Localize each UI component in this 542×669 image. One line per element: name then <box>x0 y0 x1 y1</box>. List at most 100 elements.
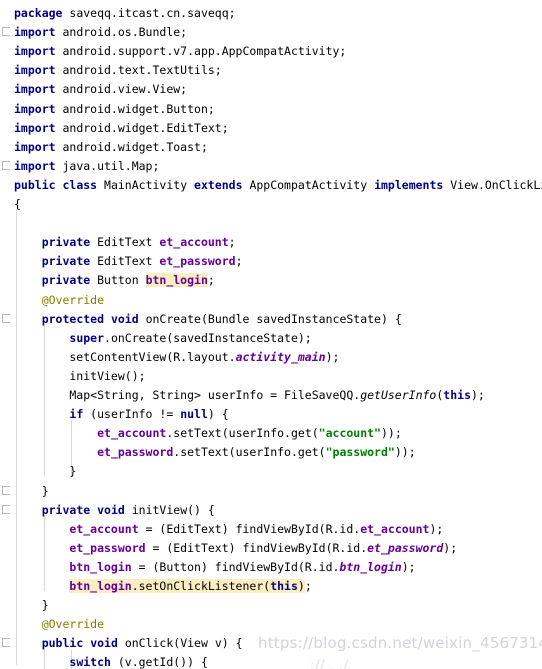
code-token: initView(); <box>14 368 146 383</box>
code-line[interactable]: import android.widget.Button; <box>14 100 215 119</box>
code-line[interactable]: import android.widget.Toast; <box>14 138 208 157</box>
code-line[interactable]: Map<String, String> userInfo = FileSaveQ… <box>14 386 485 405</box>
code-line[interactable]: private Button btn_login; <box>14 271 215 290</box>
code-token: = (EditText) findViewById(R.id. <box>145 540 368 555</box>
code-line[interactable]: @Override <box>14 615 104 634</box>
code-token: } <box>14 483 49 498</box>
code-line[interactable]: { <box>14 195 21 214</box>
code-line[interactable]: } <box>14 482 49 501</box>
code-token: this <box>270 579 298 593</box>
code-line[interactable]: setContentView(R.layout.activity_main); <box>14 348 339 367</box>
code-line[interactable]: private EditText et_password; <box>14 252 243 271</box>
code-token: java.util.Map; <box>55 158 160 173</box>
code-line[interactable]: et_password.setText(userInfo.get("passwo… <box>14 443 416 462</box>
code-token: public <box>41 636 84 651</box>
code-token: et_account <box>69 521 139 536</box>
code-line[interactable]: super.onCreate(savedInstanceState); <box>14 329 312 348</box>
code-line[interactable]: if (userInfo != null) { <box>14 405 229 424</box>
code-line[interactable]: package saveqq.itcast.cn.saveqq; <box>14 4 236 23</box>
code-token: initView() { <box>124 502 215 517</box>
code-fold-icon[interactable] <box>2 485 11 495</box>
code-token: private <box>41 273 91 288</box>
code-line[interactable]: initView(); <box>14 367 146 386</box>
code-token: (userInfo != <box>83 407 181 422</box>
code-line[interactable]: @Override <box>14 291 104 310</box>
code-line[interactable]: protected void onCreate(Bundle savedInst… <box>14 310 402 329</box>
editor-gutter[interactable] <box>0 0 14 669</box>
code-line[interactable]: import android.text.TextUtils; <box>14 61 222 80</box>
code-token: onCreate(Bundle savedInstanceState) { <box>138 311 402 326</box>
code-fold-icon[interactable] <box>2 27 11 37</box>
code-token: EditText <box>90 235 160 250</box>
code-token: et_account <box>360 521 430 536</box>
code-token: setContentView(R.layout. <box>14 349 236 364</box>
code-line[interactable]: import android.widget.EditText; <box>14 119 229 138</box>
code-token: .setOnClickListener( <box>131 579 271 593</box>
code-token: ; <box>207 273 215 288</box>
code-token: ; <box>304 579 312 593</box>
code-line[interactable]: } <box>14 462 76 481</box>
code-token: if <box>69 407 84 422</box>
code-line[interactable]: et_account.setText(userInfo.get("account… <box>14 424 402 443</box>
code-token: ; <box>235 254 243 269</box>
code-line[interactable] <box>14 214 21 233</box>
code-token: import <box>14 82 56 97</box>
code-token: import <box>14 63 56 78</box>
code-line[interactable]: import android.support.v7.app.AppCompatA… <box>14 42 346 61</box>
code-token: .onCreate(savedInstanceState); <box>104 330 312 345</box>
code-line[interactable]: import android.os.Bundle; <box>14 23 187 42</box>
code-fold-icon[interactable] <box>2 160 11 170</box>
code-line[interactable]: btn_login = (Button) findViewById(R.id.b… <box>14 558 415 577</box>
code-token: Map<String, String> userInfo = FileSaveQ… <box>14 388 361 402</box>
watermark-url-partial: :// . ./ _ <box>310 658 361 669</box>
code-token: ) { <box>207 407 229 422</box>
code-token: btn_login <box>69 579 132 593</box>
code-token: = (Button) findViewById(R.id. <box>131 559 340 574</box>
code-token: { <box>14 197 21 211</box>
code-fold-icon[interactable] <box>2 638 11 648</box>
code-fold-icon[interactable] <box>2 313 11 323</box>
code-token: et_password <box>97 445 174 460</box>
code-token: private <box>41 235 91 250</box>
code-token: et_account <box>97 426 167 441</box>
code-line[interactable]: public class MainActivity extends AppCom… <box>14 176 542 195</box>
code-token: btn_login <box>69 559 132 574</box>
code-line[interactable]: et_password = (EditText) findViewById(R.… <box>14 539 457 558</box>
code-token: package <box>14 6 63 20</box>
code-token: ); <box>443 540 458 555</box>
code-line[interactable]: } <box>14 596 49 615</box>
code-token: void <box>97 502 125 517</box>
code-editor[interactable]: package saveqq.itcast.cn.saveqq; import a… <box>0 0 542 669</box>
code-token: AppCompatActivity <box>242 177 375 192</box>
code-line[interactable]: private EditText et_account; <box>14 233 236 252</box>
code-token: ); <box>471 388 485 402</box>
code-token: @Override <box>41 617 105 632</box>
code-line[interactable]: import android.view.View; <box>14 80 187 99</box>
code-line[interactable]: import java.util.Map; <box>14 157 159 176</box>
code-line[interactable]: public void onClick(View v) { <box>14 634 243 653</box>
code-line[interactable]: btn_login.setOnClickListener(this); <box>14 577 312 596</box>
code-line[interactable]: private void initView() { <box>14 501 215 520</box>
code-token: void <box>90 636 118 651</box>
code-fold-icon[interactable] <box>2 504 11 514</box>
code-line[interactable]: et_account = (EditText) findViewById(R.i… <box>14 520 443 539</box>
code-token: Button <box>90 273 146 288</box>
code-token: android.widget.Button; <box>55 101 215 116</box>
code-token: et_password <box>159 254 236 269</box>
code-line[interactable]: switch (v.getId()) { <box>14 653 207 669</box>
code-token: android.view.View; <box>55 82 188 97</box>
watermark-url: https://blog.csdn.net/weixin_45673149 <box>258 634 542 652</box>
code-token: import <box>14 120 56 135</box>
